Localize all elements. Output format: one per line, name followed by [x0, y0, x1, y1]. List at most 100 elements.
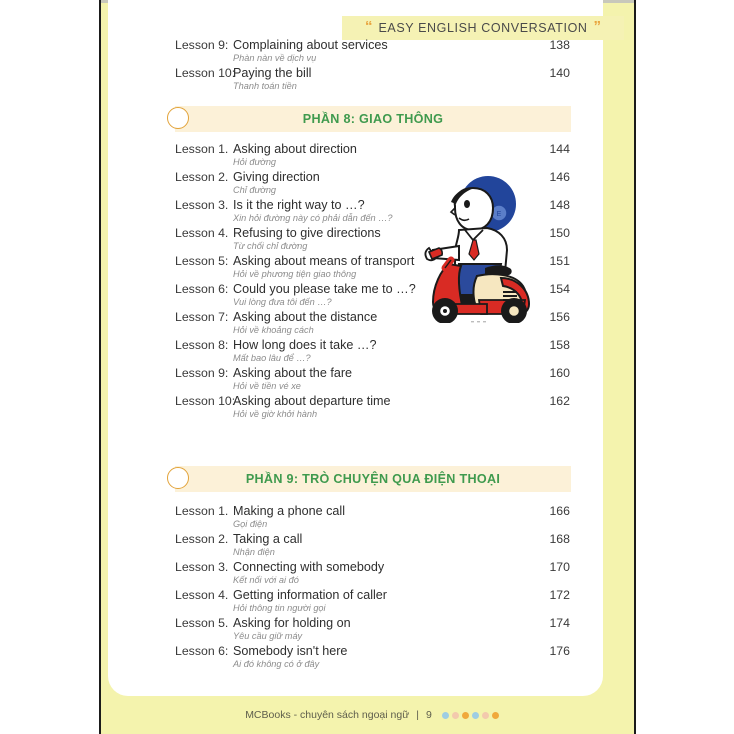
lesson-page-number: 156 [549, 310, 570, 324]
lesson-label: Lesson 6: [175, 282, 229, 296]
lesson-subtitle: Thanh toán tiền [233, 81, 297, 91]
lesson-title: Asking about the fare [233, 366, 353, 380]
footer-decorative-dots [441, 711, 499, 719]
footer-dot-3 [461, 711, 469, 719]
lesson-title: Somebody isn't here [233, 644, 348, 658]
list-item[interactable]: Lesson 2. Taking a call 168 [175, 532, 570, 547]
lesson-title: Refusing to give directions [233, 226, 381, 240]
lesson-page-number: 174 [549, 616, 570, 630]
page-header-banner: “ EASY ENGLISH CONVERSATION ” [342, 16, 624, 40]
lesson-title: Making a phone call [233, 504, 346, 518]
lesson-title: Asking about departure time [233, 394, 391, 408]
footer-dot-2 [451, 711, 459, 719]
lesson-label: Lesson 7: [175, 310, 229, 324]
lesson-title: How long does it take …? [233, 338, 377, 352]
lesson-label: Lesson 9: [175, 366, 229, 380]
list-item[interactable]: Lesson 6: Somebody isn't here 176 [175, 644, 570, 659]
footer-dot-4 [471, 711, 479, 719]
lesson-label: Lesson 3. [175, 560, 229, 574]
lesson-title: Paying the bill [233, 66, 312, 80]
lesson-subtitle: Hỏi về giờ khởi hành [233, 409, 318, 419]
lesson-subtitle: Phàn nàn về dịch vụ [233, 53, 317, 63]
lesson-label: Lesson 3. [175, 198, 229, 212]
lesson-page-number: 150 [549, 226, 570, 240]
lesson-subtitle: Nhận điện [233, 547, 275, 557]
section-bullet-circle-icon [167, 467, 189, 489]
list-item[interactable]: Lesson 10: Paying the bill 140 [175, 66, 570, 81]
lesson-page-number: 140 [549, 66, 570, 80]
lesson-title: Taking a call [233, 532, 303, 546]
lesson-title: Complaining about services [233, 38, 388, 52]
lesson-label: Lesson 10: [175, 66, 236, 80]
quote-open-icon: “ [364, 17, 373, 35]
lesson-subtitle: Yêu cầu giữ máy [233, 631, 303, 641]
footer-dot-1 [441, 711, 449, 719]
lesson-title: Asking about direction [233, 142, 357, 156]
lesson-title: Getting information of caller [233, 588, 387, 602]
section-title: PHẦN 9: TRÒ CHUYỆN QUA ĐIỆN THOẠI [245, 472, 501, 486]
lesson-page-number: 138 [549, 38, 570, 52]
lesson-page-number: 162 [549, 394, 570, 408]
lesson-subtitle: Hỏi thông tin người gọi [233, 603, 326, 613]
lesson-label: Lesson 2. [175, 532, 229, 546]
svg-text:E: E [497, 211, 502, 218]
book-spine-right-line [634, 0, 636, 734]
quote-close-icon: ” [593, 17, 602, 35]
list-item[interactable]: Lesson 1. Asking about direction 144 [175, 142, 570, 157]
lesson-page-number: 146 [549, 170, 570, 184]
lesson-title: Connecting with somebody [233, 560, 385, 574]
lesson-label: Lesson 4. [175, 226, 229, 240]
list-item[interactable]: Lesson 5. Asking for holding on 174 [175, 616, 570, 631]
lesson-label: Lesson 5. [175, 616, 229, 630]
lesson-page-number: 158 [549, 338, 570, 352]
page-footer: MCBooks - chuyên sách ngoại ngữ | 9 [108, 696, 636, 734]
lesson-label: Lesson 10: [175, 394, 236, 408]
lesson-subtitle: Hỏi về khoảng cách [233, 325, 314, 335]
lesson-title: Is it the right way to …? [233, 198, 365, 212]
lesson-page-number: 160 [549, 366, 570, 380]
footer-dot-5 [481, 711, 489, 719]
list-item[interactable]: Lesson 3. Connecting with somebody 170 [175, 560, 570, 575]
section-header-phan-8: PHẦN 8: GIAO THÔNG [167, 106, 571, 132]
list-item[interactable]: Lesson 8: How long does it take …? 158 [175, 338, 570, 353]
lesson-label: Lesson 6: [175, 644, 229, 658]
footer-page-number: 9 [425, 709, 432, 721]
lesson-page-number: 154 [549, 282, 570, 296]
section-title: PHẦN 8: GIAO THÔNG [302, 112, 444, 126]
lesson-title: Asking about means of transport [233, 254, 415, 268]
lesson-subtitle: Gọi điện [233, 519, 268, 529]
list-item[interactable]: Lesson 9: Complaining about services 138 [175, 38, 570, 53]
section-header-phan-9: PHẦN 9: TRÒ CHUYỆN QUA ĐIỆN THOẠI [167, 466, 571, 492]
publisher-name: MCBooks - chuyên sách ngoại ngữ [245, 709, 410, 721]
book-spine-left-line [99, 0, 101, 734]
lesson-label: Lesson 1. [175, 142, 229, 156]
list-item[interactable]: Lesson 10: Asking about departure time 1… [175, 394, 570, 409]
lesson-page-number: 168 [549, 532, 570, 546]
lesson-subtitle: Kết nối với ai đó [233, 575, 299, 585]
lesson-page-number: 148 [549, 198, 570, 212]
lesson-label: Lesson 1. [175, 504, 229, 518]
lesson-page-number: 172 [549, 588, 570, 602]
lesson-label: Lesson 9: [175, 38, 229, 52]
lesson-label: Lesson 4. [175, 588, 229, 602]
lesson-page-number: 170 [549, 560, 570, 574]
section-bullet-circle-icon [167, 107, 189, 129]
lesson-subtitle: Ai đó không có ở đây [233, 659, 320, 669]
lesson-page-number: 166 [549, 504, 570, 518]
lesson-title: Asking for holding on [233, 616, 351, 630]
page-header-title: EASY ENGLISH CONVERSATION [378, 21, 588, 35]
lesson-label: Lesson 8: [175, 338, 229, 352]
lesson-page-number: 176 [549, 644, 570, 658]
lesson-subtitle: Mất bao lâu để …? [233, 353, 311, 363]
boy-riding-scooter-illustration: E [424, 176, 531, 323]
footer-separator: | [416, 709, 419, 721]
lesson-page-number: 144 [549, 142, 570, 156]
lesson-title: Giving direction [233, 170, 320, 184]
lesson-subtitle: Hỏi về tiền vé xe [233, 381, 301, 391]
list-item[interactable]: Lesson 1. Making a phone call 166 [175, 504, 570, 519]
lesson-list-phan-9: Lesson 1. Making a phone call 166 Gọi đi… [175, 504, 570, 672]
list-item[interactable]: Lesson 4. Getting information of caller … [175, 588, 570, 603]
list-item[interactable]: Lesson 9: Asking about the fare 160 [175, 366, 570, 381]
lesson-label: Lesson 2. [175, 170, 229, 184]
lesson-title: Asking about the distance [233, 310, 378, 324]
